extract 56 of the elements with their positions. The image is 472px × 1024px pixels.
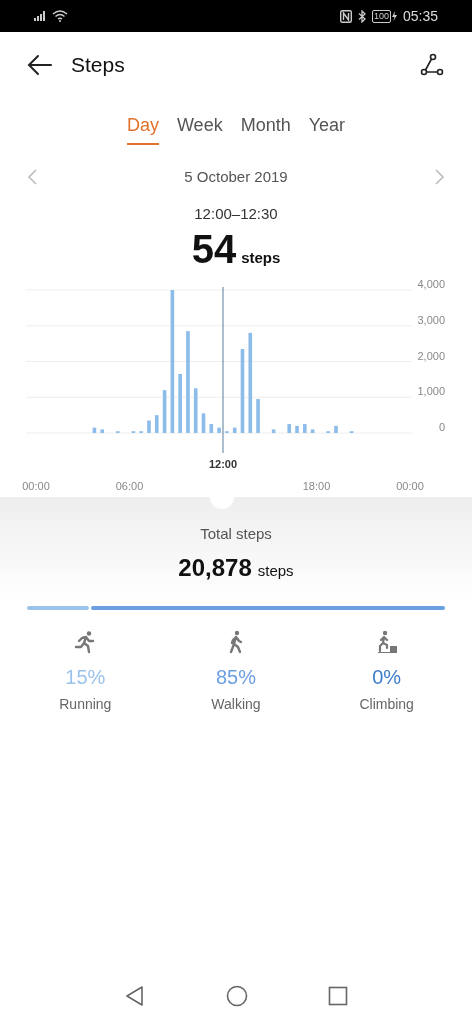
bar	[100, 429, 105, 433]
bluetooth-icon	[356, 9, 367, 23]
y-axis-label: 4,000	[417, 278, 445, 290]
x-axis-label: 00:00	[396, 480, 424, 492]
period-tab[interactable]: Year	[308, 112, 346, 145]
total-steps-label: Total steps	[200, 524, 272, 544]
home-nav-button[interactable]	[226, 985, 248, 1007]
bar	[271, 429, 276, 433]
signal-icon	[34, 11, 48, 21]
bar	[303, 424, 307, 433]
activity-percent: 85%	[215, 664, 256, 690]
interval-steps-unit: steps	[241, 248, 281, 268]
bar	[193, 388, 198, 433]
y-axis-label: 3,000	[417, 313, 445, 326]
bar	[162, 390, 167, 433]
period-tab[interactable]: Week	[176, 112, 223, 145]
bar	[178, 374, 182, 433]
y-axis-label: 0	[438, 421, 445, 433]
activity-label: Walking	[211, 694, 261, 714]
battery-level: 100	[371, 9, 391, 23]
interval-steps-value: 54	[191, 227, 237, 271]
y-axis-label: 1,000	[417, 385, 445, 398]
wifi-icon	[52, 10, 68, 22]
stair-climber-icon	[375, 629, 398, 654]
bar	[201, 413, 206, 433]
bar	[310, 429, 315, 433]
bar	[92, 427, 97, 433]
activity-percent: 15%	[65, 664, 106, 690]
bar	[154, 415, 159, 433]
bar	[209, 424, 214, 433]
bar	[256, 399, 260, 433]
bar	[295, 425, 299, 433]
y-axis-label: 2,000	[417, 349, 445, 362]
charging-icon	[390, 11, 398, 21]
x-axis-label: 00:00	[22, 480, 50, 492]
x-axis-label: 06:00	[115, 480, 144, 492]
selected-time-label: 12:00	[208, 458, 238, 470]
recents-nav-button[interactable]	[328, 986, 348, 1006]
bar	[287, 424, 292, 433]
clock: 05:35	[402, 6, 438, 26]
activity-percent: 0%	[372, 664, 402, 690]
bar	[232, 427, 237, 433]
bar	[334, 425, 338, 433]
x-axis-label: 18:00	[302, 480, 331, 492]
activity-label: Climbing	[359, 694, 414, 714]
date-label: 5 October 2019	[184, 167, 288, 187]
bar	[147, 420, 151, 433]
activity-label: Running	[59, 694, 112, 714]
bar	[217, 427, 221, 433]
nfc-icon	[339, 9, 352, 23]
period-tab[interactable]: Month	[240, 112, 291, 145]
total-steps-value: 20,878	[178, 552, 252, 583]
back-nav-button[interactable]	[124, 985, 146, 1007]
time-range: 12:00–12:30	[194, 203, 278, 224]
total-steps-unit: steps	[257, 560, 294, 581]
page-title: Steps	[71, 52, 125, 79]
